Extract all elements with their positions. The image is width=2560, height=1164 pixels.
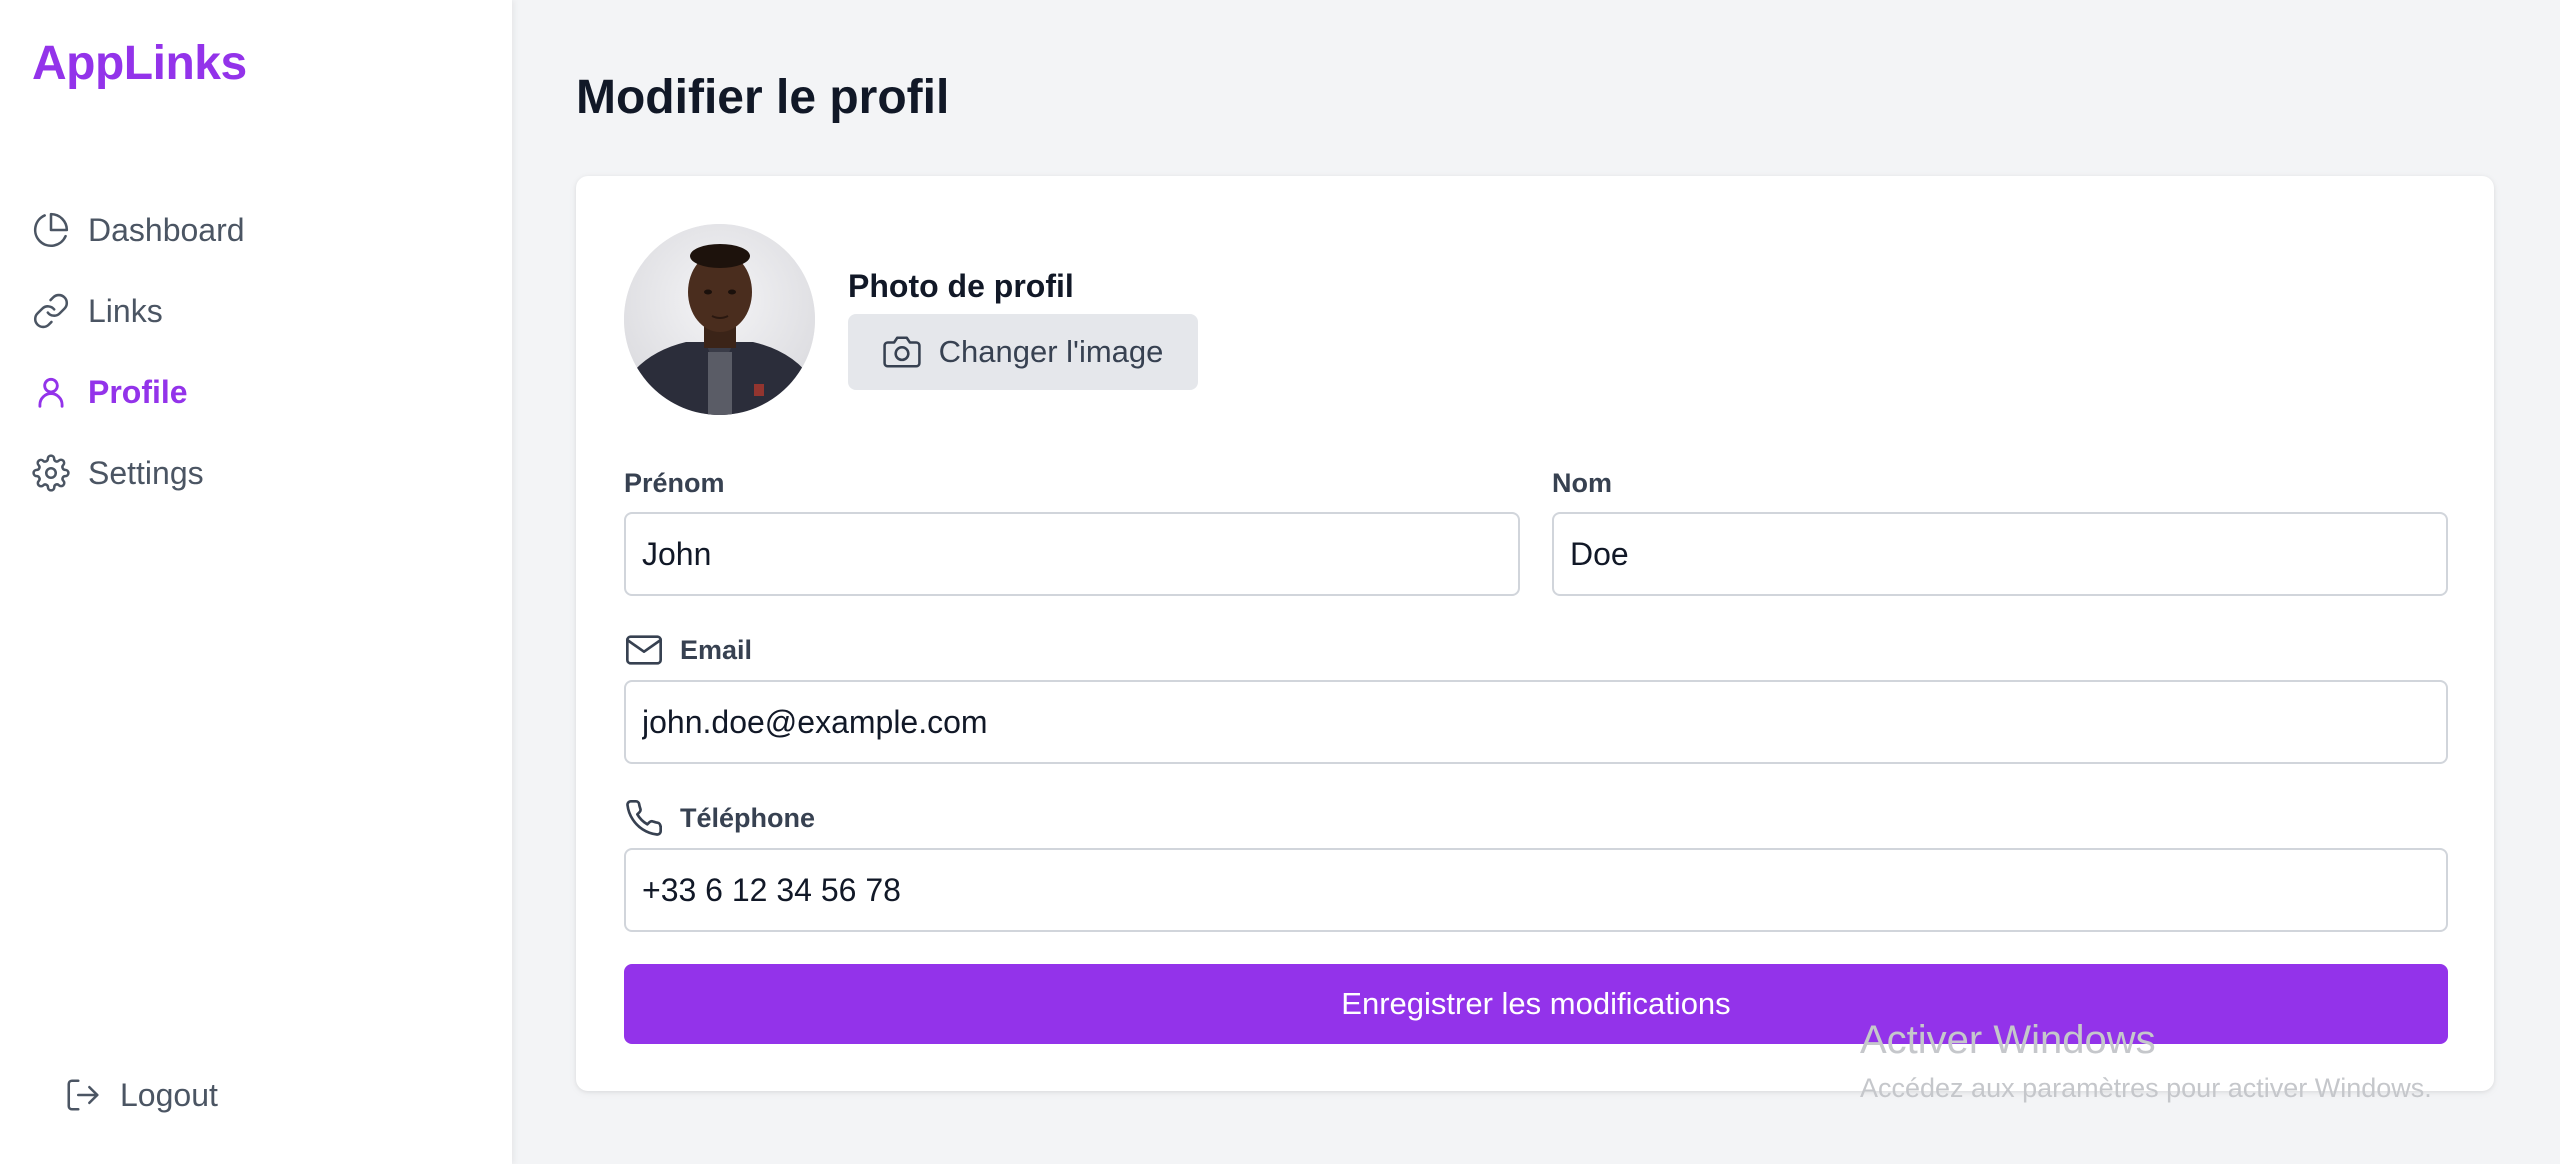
avatar-image — [624, 224, 815, 415]
avatar — [624, 224, 815, 415]
photo-label: Photo de profil — [848, 268, 1074, 304]
phone-label-text: Téléphone — [680, 802, 816, 833]
brand-logo[interactable]: AppLinks — [32, 36, 247, 91]
sidebar-item-label: Links — [88, 292, 163, 329]
sidebar-nav: Dashboard Links Profile Settings — [32, 206, 245, 530]
sidebar: AppLinks Dashboard Links Profile Setting… — [0, 0, 512, 1164]
logout-label: Logout — [120, 1076, 218, 1113]
save-button[interactable]: Enregistrer les modifications — [624, 964, 2448, 1044]
camera-icon — [882, 333, 921, 371]
phone-input[interactable] — [624, 848, 2448, 932]
email-label-text: Email — [680, 634, 753, 665]
logout-button[interactable]: Logout — [64, 1076, 218, 1114]
app: AppLinks Dashboard Links Profile Setting… — [0, 0, 2560, 1164]
last-name-label: Nom — [1552, 468, 1612, 498]
main-content: Modifier le profil Photo de profil Chang… — [512, 0, 2560, 1164]
sidebar-item-profile[interactable]: Profile — [32, 368, 245, 416]
last-name-input[interactable] — [1552, 512, 2448, 596]
link-icon — [32, 292, 70, 330]
change-image-button[interactable]: Changer l'image — [848, 314, 1198, 390]
phone-label: Téléphone — [624, 798, 815, 838]
change-image-label: Changer l'image — [938, 334, 1164, 369]
email-input[interactable] — [624, 680, 2448, 764]
first-name-label: Prénom — [624, 468, 725, 498]
sidebar-item-label: Profile — [88, 373, 188, 410]
mail-icon — [624, 630, 664, 670]
phone-icon — [624, 798, 664, 838]
first-name-input[interactable] — [624, 512, 1520, 596]
sidebar-item-links[interactable]: Links — [32, 287, 245, 335]
sidebar-item-dashboard[interactable]: Dashboard — [32, 206, 245, 254]
logout-icon — [64, 1076, 102, 1114]
gear-icon — [32, 454, 70, 492]
email-label: Email — [624, 630, 752, 670]
profile-card: Photo de profil Changer l'image Prénom N… — [576, 176, 2494, 1091]
pie-chart-icon — [32, 211, 70, 249]
page-title: Modifier le profil — [576, 71, 950, 124]
user-icon — [32, 373, 70, 411]
sidebar-item-settings[interactable]: Settings — [32, 449, 245, 497]
sidebar-item-label: Dashboard — [88, 211, 245, 248]
sidebar-item-label: Settings — [88, 454, 204, 491]
